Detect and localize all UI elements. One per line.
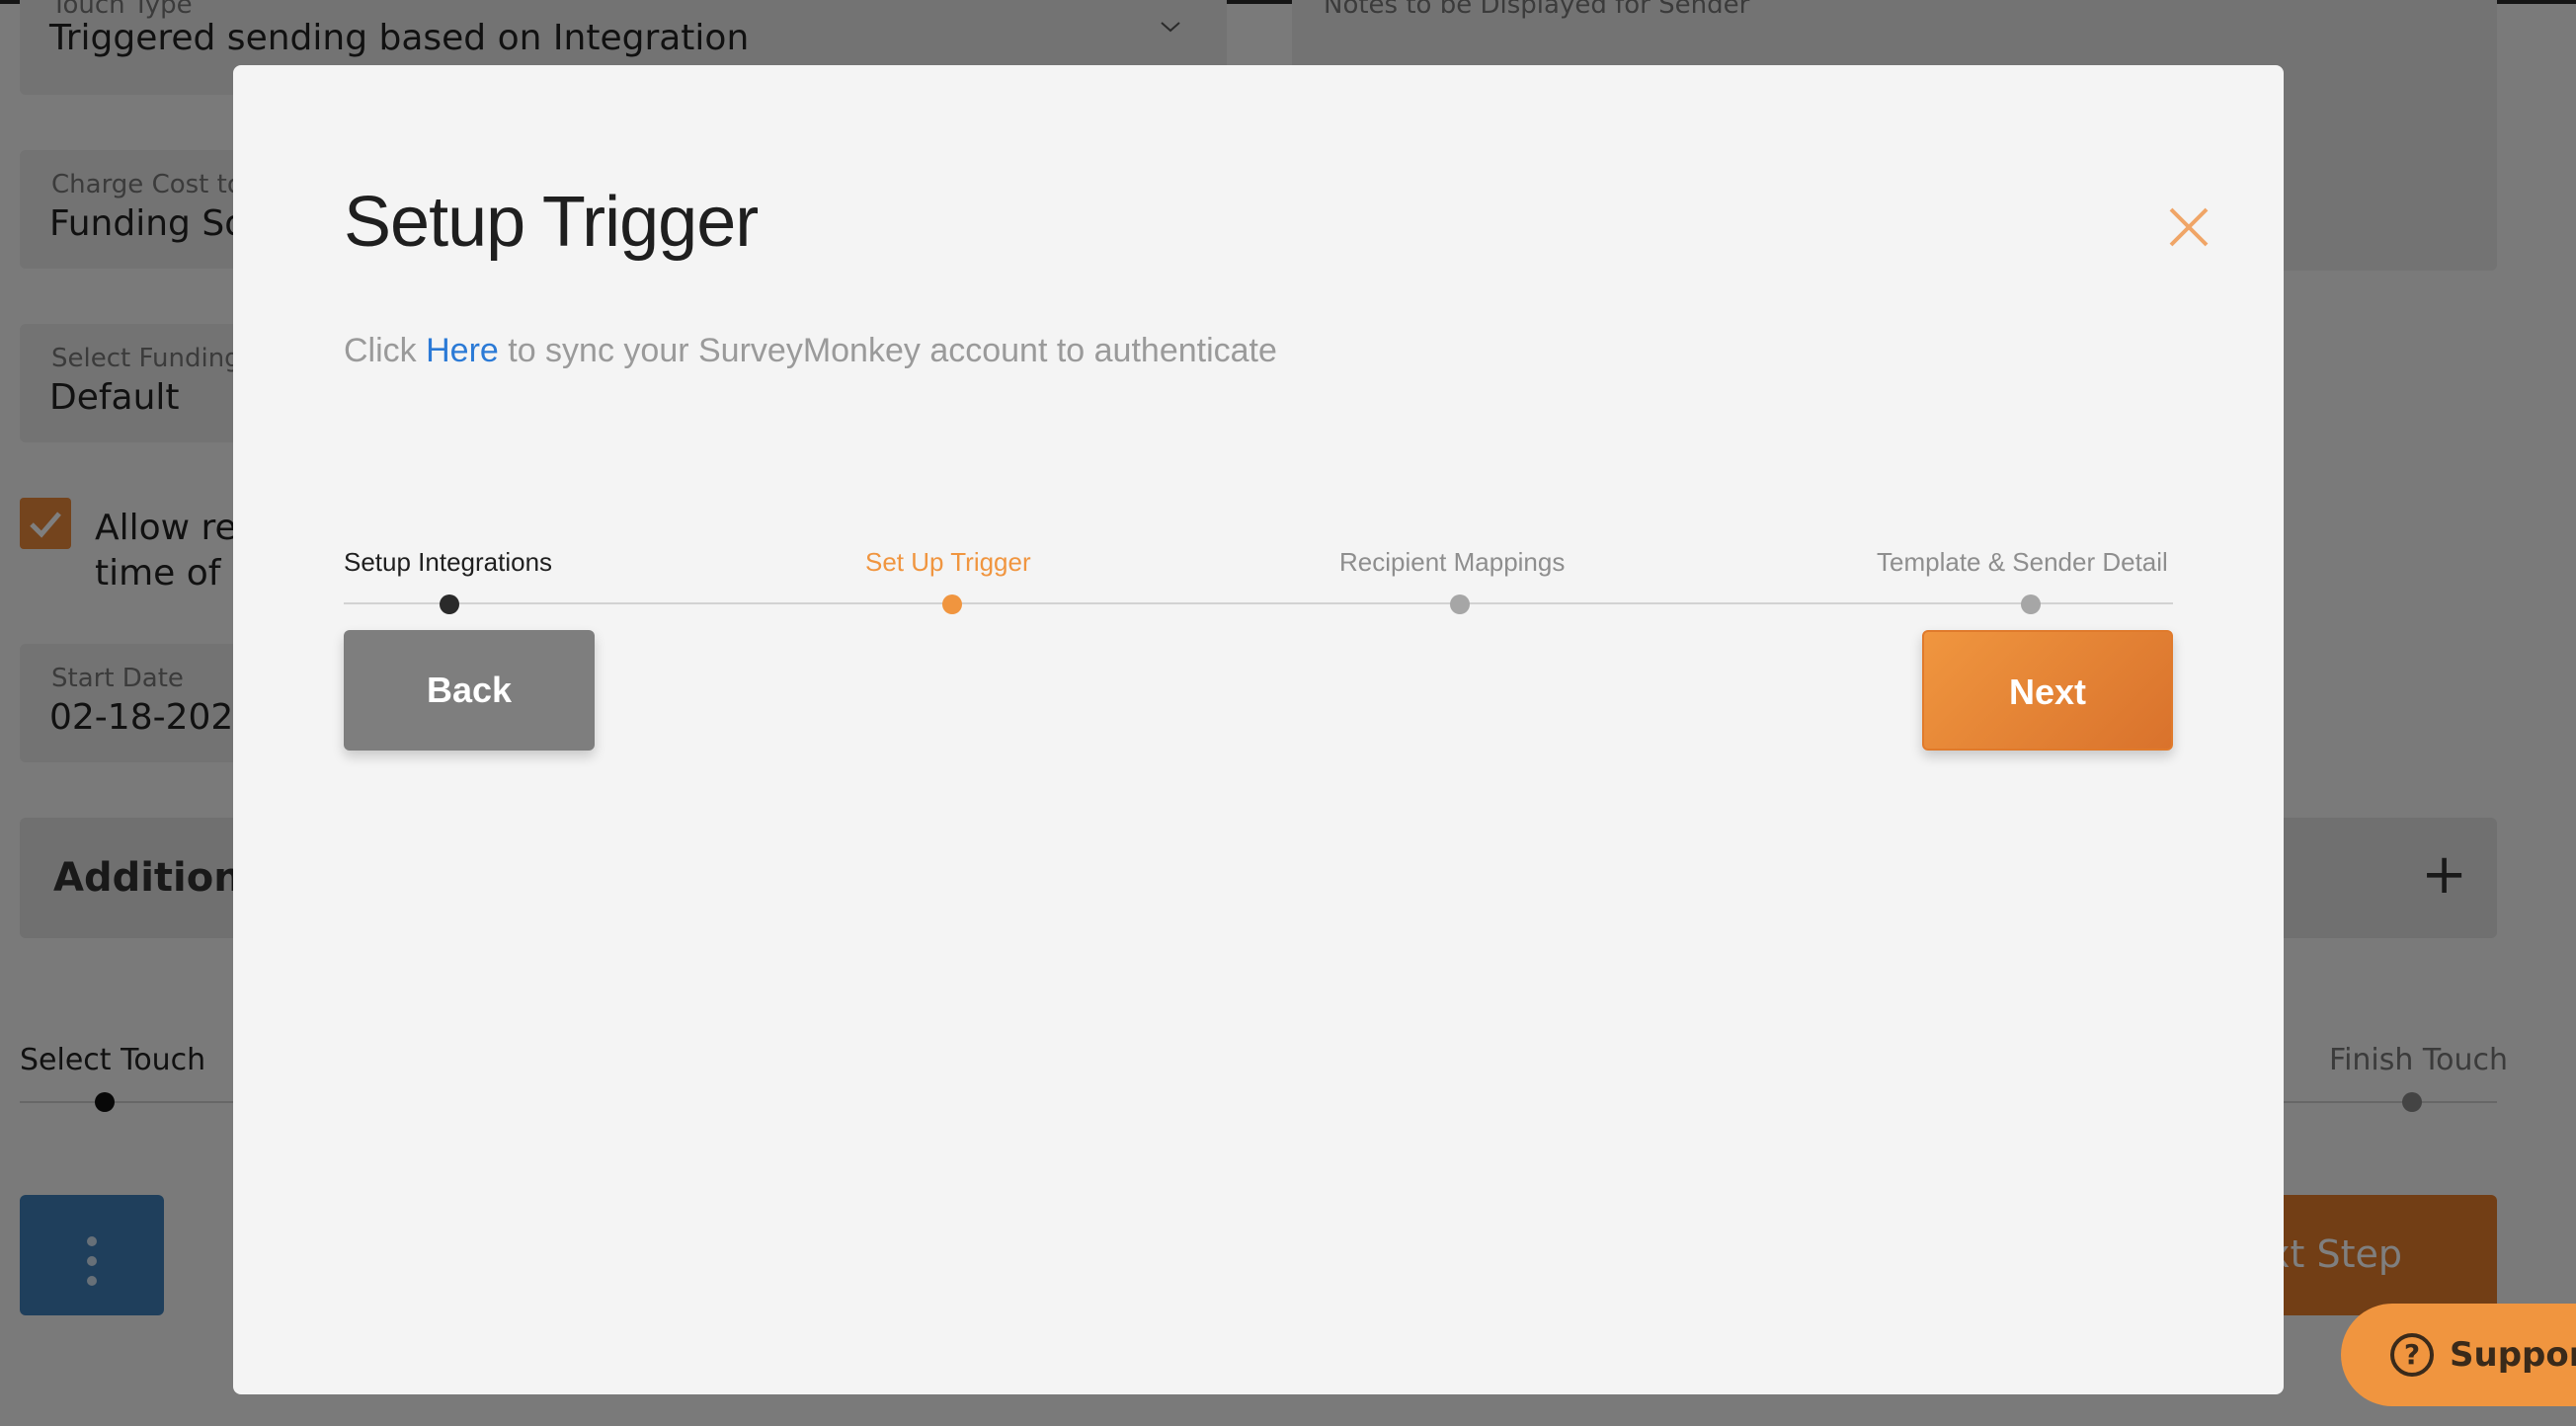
stepper-line: [344, 602, 2173, 604]
support-label: Support: [2450, 1335, 2576, 1375]
step-label-recipient-mappings: Recipient Mappings: [1339, 547, 1566, 577]
close-icon[interactable]: [2163, 201, 2214, 253]
support-button[interactable]: ? Support: [2341, 1304, 2576, 1406]
step-label-setup-integrations: Setup Integrations: [344, 547, 553, 577]
help-icon: ?: [2390, 1333, 2434, 1377]
step-label-template-sender: Template & Sender Detail: [1877, 547, 2168, 577]
step-dot-template-sender: [2021, 594, 2041, 614]
back-button[interactable]: Back: [344, 630, 595, 751]
setup-trigger-modal: Setup Trigger Click Here to sync your Su…: [233, 65, 2284, 1394]
progress-stepper: Setup Integrations Set Up Trigger Recipi…: [344, 529, 2173, 614]
sync-suffix: to sync your SurveyMonkey account to aut…: [498, 332, 1277, 369]
sync-prefix: Click: [344, 332, 427, 369]
modal-title: Setup Trigger: [344, 183, 759, 262]
step-dot-set-up-trigger: [942, 594, 962, 614]
step-dot-recipient-mappings: [1450, 594, 1470, 614]
step-dot-setup-integrations: [440, 594, 459, 614]
sync-instructions: Click Here to sync your SurveyMonkey acc…: [344, 332, 1277, 370]
step-label-set-up-trigger: Set Up Trigger: [865, 547, 1031, 577]
next-button[interactable]: Next: [1922, 630, 2173, 751]
sync-here-link[interactable]: Here: [426, 332, 499, 369]
